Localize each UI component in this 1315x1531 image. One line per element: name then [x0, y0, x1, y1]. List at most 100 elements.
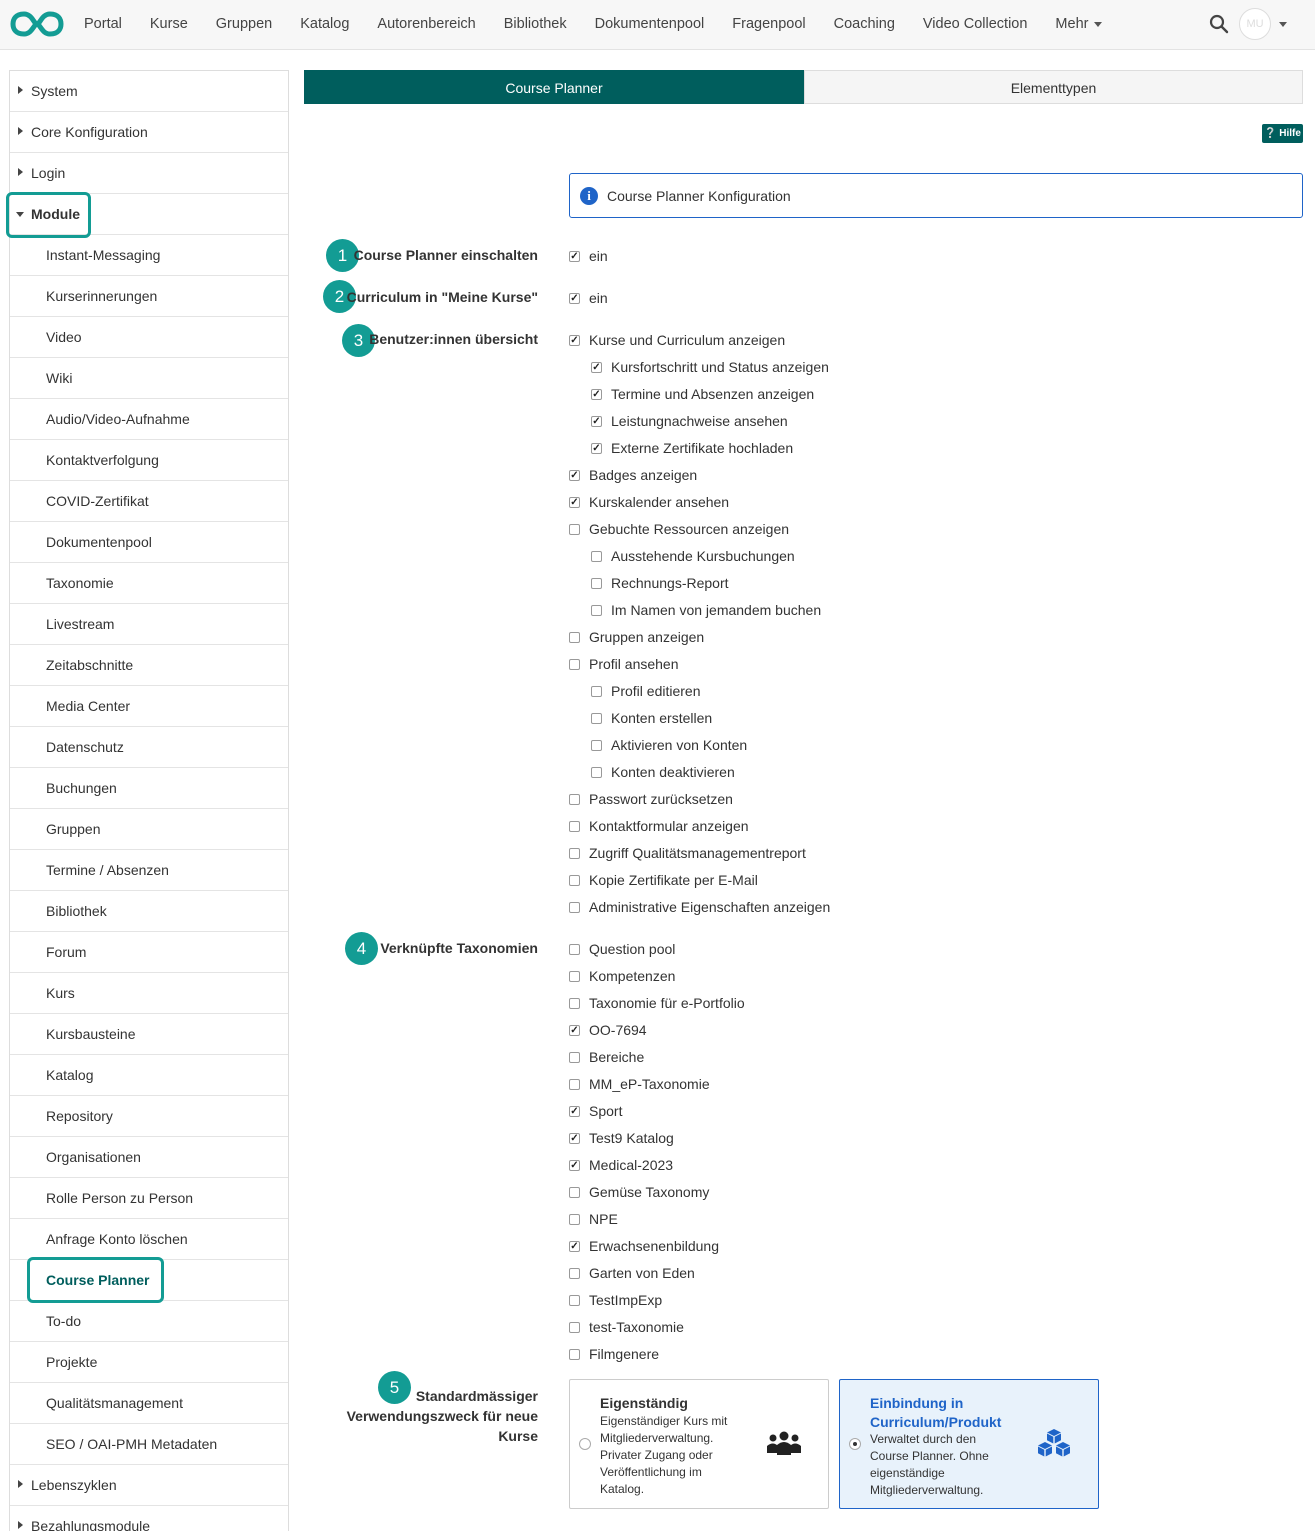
checkbox-unchecked[interactable] [569, 902, 580, 913]
checkbox-box[interactable]: ✓ [569, 293, 580, 304]
checkbox-unchecked[interactable] [569, 998, 580, 1009]
checkbox-checked[interactable]: ✓ [569, 1133, 580, 1144]
sidebar-item-video[interactable]: Video [10, 317, 288, 358]
sidebar-item-rolle-person-zu-person[interactable]: Rolle Person zu Person [10, 1178, 288, 1219]
overview-option-kopie-zertifikate-per-e-mail[interactable]: Kopie Zertifikate per E-Mail [569, 870, 758, 890]
radio-curriculum[interactable] [849, 1438, 861, 1450]
taxonomy-option-filmgenere[interactable]: Filmgenere [569, 1344, 659, 1364]
overview-option-aktivieren-von-konten[interactable]: Aktivieren von Konten [591, 735, 747, 755]
sidebar-item-anfrage-konto-l-schen[interactable]: Anfrage Konto löschen [10, 1219, 288, 1260]
checkbox-checked[interactable]: ✓ [569, 497, 580, 508]
sidebar-item-kursbausteine[interactable]: Kursbausteine [10, 1014, 288, 1055]
sidebar-item-instant-messaging[interactable]: Instant-Messaging [10, 235, 288, 276]
overview-option-rechnungs-report[interactable]: Rechnungs-Report [591, 573, 729, 593]
checkbox-checked[interactable]: ✓ [591, 416, 602, 427]
sidebar-item-organisationen[interactable]: Organisationen [10, 1137, 288, 1178]
sidebar-item-system[interactable]: System [10, 71, 288, 112]
checkbox-unchecked[interactable] [569, 944, 580, 955]
sidebar-item-seo-oai-pmh-metadaten[interactable]: SEO / OAI-PMH Metadaten [10, 1424, 288, 1465]
checkbox-checked[interactable]: ✓ [591, 443, 602, 454]
sidebar-item-forum[interactable]: Forum [10, 932, 288, 973]
overview-option-gruppen-anzeigen[interactable]: Gruppen anzeigen [569, 627, 704, 647]
curriculum-checkbox[interactable]: ✓ ein [569, 288, 608, 308]
tab-course-planner[interactable]: Course Planner [304, 70, 804, 104]
overview-option-profil-editieren[interactable]: Profil editieren [591, 681, 701, 701]
sidebar-item-repository[interactable]: Repository [10, 1096, 288, 1137]
overview-option-zugriff-qualit-tsmanagementreport[interactable]: Zugriff Qualitätsmanagementreport [569, 843, 806, 863]
sidebar-item-to-do[interactable]: To-do [10, 1301, 288, 1342]
nav-item-kurse[interactable]: Kurse [136, 0, 202, 50]
taxonomy-option-sport[interactable]: ✓ Sport [569, 1101, 622, 1121]
checkbox-unchecked[interactable] [569, 794, 580, 805]
sidebar-item-media-center[interactable]: Media Center [10, 686, 288, 727]
nav-item-video-collection[interactable]: Video Collection [909, 0, 1042, 50]
sidebar-item-dokumentenpool[interactable]: Dokumentenpool [10, 522, 288, 563]
checkbox-unchecked[interactable] [569, 1268, 580, 1279]
checkbox-unchecked[interactable] [591, 767, 602, 778]
taxonomy-option-test9-katalog[interactable]: ✓ Test9 Katalog [569, 1128, 674, 1148]
taxonomy-option-test-taxonomie[interactable]: test-Taxonomie [569, 1317, 684, 1337]
sidebar-item-login[interactable]: Login [10, 153, 288, 194]
sidebar-item-kurs[interactable]: Kurs [10, 973, 288, 1014]
checkbox-checked[interactable]: ✓ [569, 335, 580, 346]
overview-option-leistungnachweise-ansehen[interactable]: ✓ Leistungnachweise ansehen [591, 411, 788, 431]
help-button[interactable]: ❔ Hilfe [1262, 124, 1303, 143]
nav-item-dokumentenpool[interactable]: Dokumentenpool [581, 0, 719, 50]
checkbox-unchecked[interactable] [591, 686, 602, 697]
checkbox-unchecked[interactable] [591, 740, 602, 751]
checkbox-unchecked[interactable] [569, 1214, 580, 1225]
checkbox-checked[interactable]: ✓ [569, 1106, 580, 1117]
overview-option-badges-anzeigen[interactable]: ✓ Badges anzeigen [569, 465, 697, 485]
taxonomy-option-gem-se-taxonomy[interactable]: Gemüse Taxonomy [569, 1182, 709, 1202]
sidebar-item-lebenszyklen[interactable]: Lebenszyklen [10, 1465, 288, 1506]
nav-item-fragenpool[interactable]: Fragenpool [718, 0, 819, 50]
search-icon[interactable] [1209, 14, 1229, 34]
checkbox-unchecked[interactable] [569, 524, 580, 535]
checkbox-unchecked[interactable] [591, 578, 602, 589]
checkbox-unchecked[interactable] [591, 551, 602, 562]
overview-option-externe-zertifikate-hochladen[interactable]: ✓ Externe Zertifikate hochladen [591, 438, 793, 458]
sidebar-item-datenschutz[interactable]: Datenschutz [10, 727, 288, 768]
infinity-logo-icon[interactable] [10, 10, 64, 38]
checkbox-unchecked[interactable] [569, 875, 580, 886]
taxonomy-option-testimpexp[interactable]: TestImpExp [569, 1290, 662, 1310]
checkbox-unchecked[interactable] [591, 713, 602, 724]
sidebar-item-livestream[interactable]: Livestream [10, 604, 288, 645]
chevron-down-icon[interactable] [1279, 22, 1287, 27]
radio-eigenstaendig[interactable] [579, 1438, 591, 1450]
overview-option-konten-erstellen[interactable]: Konten erstellen [591, 708, 712, 728]
sidebar-item-katalog[interactable]: Katalog [10, 1055, 288, 1096]
taxonomy-option-erwachsenenbildung[interactable]: ✓ Erwachsenenbildung [569, 1236, 719, 1256]
overview-option-kontaktformular-anzeigen[interactable]: Kontaktformular anzeigen [569, 816, 749, 836]
taxonomy-option-npe[interactable]: NPE [569, 1209, 618, 1229]
sidebar-item-wiki[interactable]: Wiki [10, 358, 288, 399]
usage-card-eigenstaendig[interactable]: Eigenständig Eigenständiger Kurs mit Mit… [569, 1379, 829, 1509]
checkbox-checked[interactable]: ✓ [569, 1025, 580, 1036]
checkbox-unchecked[interactable] [591, 605, 602, 616]
checkbox-checked[interactable]: ✓ [569, 1160, 580, 1171]
checkbox-unchecked[interactable] [569, 821, 580, 832]
overview-option-kurse-und-curriculum-anzeigen[interactable]: ✓ Kurse und Curriculum anzeigen [569, 330, 785, 350]
sidebar-item-core-konfiguration[interactable]: Core Konfiguration [10, 112, 288, 153]
overview-option-profil-ansehen[interactable]: Profil ansehen [569, 654, 679, 674]
taxonomy-option-garten-von-eden[interactable]: Garten von Eden [569, 1263, 695, 1283]
sidebar-item-covid-zertifikat[interactable]: COVID-Zertifikat [10, 481, 288, 522]
usage-card-curriculum[interactable]: Einbindung in Curriculum/Produkt Verwalt… [839, 1379, 1099, 1509]
overview-option-termine-und-absenzen-anzeigen[interactable]: ✓ Termine und Absenzen anzeigen [591, 384, 814, 404]
overview-option-konten-deaktivieren[interactable]: Konten deaktivieren [591, 762, 735, 782]
nav-item-coaching[interactable]: Coaching [820, 0, 909, 50]
sidebar-item-audio-video-aufnahme[interactable]: Audio/Video-Aufnahme [10, 399, 288, 440]
taxonomy-option-mm-ep-taxonomie[interactable]: MM_eP-Taxonomie [569, 1074, 710, 1094]
nav-item-gruppen[interactable]: Gruppen [202, 0, 286, 50]
overview-option-gebuchte-ressourcen-anzeigen[interactable]: Gebuchte Ressourcen anzeigen [569, 519, 789, 539]
checkbox-box[interactable]: ✓ [569, 251, 580, 262]
overview-option-kursfortschritt-und-status-anzeigen[interactable]: ✓ Kursfortschritt und Status anzeigen [591, 357, 829, 377]
checkbox-unchecked[interactable] [569, 1052, 580, 1063]
checkbox-checked[interactable]: ✓ [569, 470, 580, 481]
checkbox-unchecked[interactable] [569, 971, 580, 982]
nav-item-portal[interactable]: Portal [70, 0, 136, 50]
checkbox-checked[interactable]: ✓ [591, 362, 602, 373]
checkbox-unchecked[interactable] [569, 1079, 580, 1090]
sidebar-item-qualit-tsmanagement[interactable]: Qualitätsmanagement [10, 1383, 288, 1424]
sidebar-item-bibliothek[interactable]: Bibliothek [10, 891, 288, 932]
